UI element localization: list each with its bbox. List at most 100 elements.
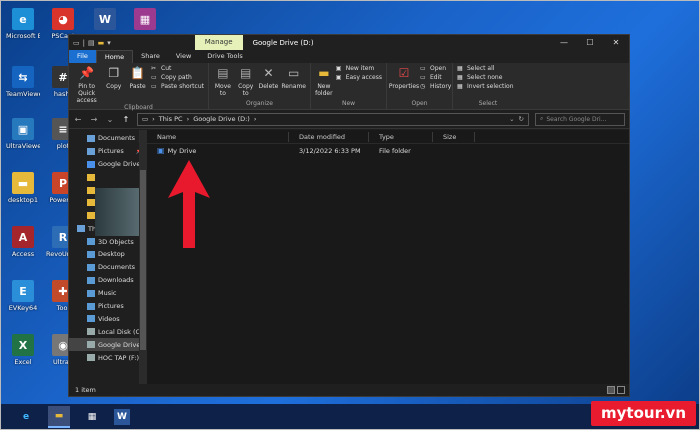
- address-bar-row: ← → ⌄ ↑ ▭ › This PC › Google Drive (D:) …: [69, 110, 629, 129]
- nav-folder-item[interactable]: [69, 171, 147, 184]
- desktop-icon-label: TeamViewer: [6, 90, 40, 98]
- desktop-icon[interactable]: A Access: [6, 226, 40, 258]
- tab-share[interactable]: Share: [133, 50, 168, 63]
- refresh-icon[interactable]: ↻: [519, 115, 524, 123]
- nav-pc-item[interactable]: 3D Objects: [69, 235, 147, 248]
- nav-quick-item[interactable]: Pictures📌: [69, 145, 147, 158]
- folder-icon: [87, 134, 95, 142]
- properties-button[interactable]: ☑ Properties: [389, 65, 419, 91]
- select-all-button[interactable]: ▦ Select all: [457, 65, 514, 72]
- nav-pc-item[interactable]: Videos: [69, 312, 147, 325]
- desktop-app-icon: W: [94, 8, 116, 30]
- file-explorer-window[interactable]: ▭ | ▤ ▬ ▾ Manage Google Drive (D:) — ☐ ✕…: [68, 34, 630, 397]
- forward-arrow-icon[interactable]: →: [89, 115, 99, 124]
- manage-context-tab[interactable]: Manage: [194, 35, 243, 50]
- minimize-button[interactable]: —: [551, 38, 577, 47]
- folder-icon: [87, 328, 95, 336]
- up-arrow-icon[interactable]: ↑: [121, 115, 131, 124]
- address-dropdown-icon[interactable]: ⌄: [509, 115, 514, 123]
- details-view-icon[interactable]: [607, 386, 615, 394]
- history-button[interactable]: ◷ History: [420, 83, 451, 90]
- customize-qat-icon[interactable]: ▾: [107, 39, 111, 47]
- column-date-modified[interactable]: Date modified: [289, 131, 369, 142]
- properties-icon[interactable]: ▤: [88, 39, 95, 47]
- cut-button[interactable]: ✂ Cut: [151, 65, 204, 72]
- group-label-organize: Organize: [246, 100, 273, 107]
- paste-shortcut-button[interactable]: ▭ Paste shortcut: [151, 83, 204, 90]
- store-taskbar-icon[interactable]: ▦: [84, 409, 100, 425]
- desktop-icon[interactable]: ▣ UltraViewer: [6, 118, 40, 150]
- copy-button[interactable]: ❐ Copy: [103, 65, 124, 91]
- copy-to-icon: ▤: [240, 65, 252, 80]
- column-size[interactable]: Size: [433, 131, 475, 142]
- nav-item-label: Documents: [98, 263, 136, 272]
- column-type[interactable]: Type: [369, 131, 433, 142]
- copy-path-button[interactable]: ▭ Copy path: [151, 74, 204, 81]
- tab-file[interactable]: File: [69, 50, 96, 63]
- back-arrow-icon[interactable]: ←: [73, 115, 83, 124]
- nav-quick-item[interactable]: Documents📌: [69, 132, 147, 145]
- delete-button[interactable]: ✕ Delete: [259, 65, 279, 91]
- organize-group: ▤ Move to ▤ Copy to ✕ Delete ▭ Rename Or…: [209, 63, 311, 109]
- navigation-pane[interactable]: Documents📌Pictures📌Google Drive📌This PC3…: [69, 130, 147, 384]
- ribbon-tabs: File Home Share View Drive Tools: [69, 50, 629, 63]
- desktop-icon[interactable]: ▬ desktop1: [6, 172, 40, 204]
- nav-pc-item[interactable]: Downloads: [69, 274, 147, 287]
- close-button[interactable]: ✕: [603, 38, 629, 47]
- table-row[interactable]: ▣ My Drive 3/12/2022 6:33 PM File folder: [147, 144, 629, 157]
- tab-home[interactable]: Home: [95, 50, 134, 63]
- nav-item-label: Documents: [98, 134, 136, 143]
- edit-button[interactable]: ▭ Edit: [420, 74, 451, 81]
- pin-to-quick-access-button[interactable]: 📌 Pin to Quick access: [73, 65, 100, 105]
- nav-pc-item[interactable]: HOC TAP (F:): [69, 351, 147, 364]
- nav-pc-item[interactable]: Documents: [69, 261, 147, 274]
- rename-icon: ▭: [288, 65, 300, 80]
- paste-button[interactable]: 📋 Paste: [127, 65, 148, 91]
- search-box[interactable]: ⌕ Search Google Dri...: [535, 112, 625, 126]
- invert-selection-button[interactable]: ▦ Invert selection: [457, 83, 514, 90]
- desktop-icon[interactable]: X Excel: [6, 334, 40, 366]
- move-to-button[interactable]: ▤ Move to: [213, 65, 233, 98]
- select-none-button[interactable]: ▦ Select none: [457, 74, 514, 81]
- file-list[interactable]: Name Date modified Type Size ▣ My Drive …: [147, 130, 629, 384]
- tab-drive-tools[interactable]: Drive Tools: [199, 50, 250, 63]
- rename-button[interactable]: ▭ Rename: [281, 65, 306, 91]
- desktop-icon[interactable]: ⇆ TeamViewer: [6, 66, 40, 98]
- edge-taskbar-icon[interactable]: e: [18, 409, 34, 425]
- nav-pc-item[interactable]: Desktop: [69, 248, 147, 261]
- nav-scrollbar[interactable]: [139, 130, 147, 384]
- desktop-app-icon: ▣: [12, 118, 34, 140]
- nav-pc-item[interactable]: Pictures: [69, 300, 147, 313]
- open-button[interactable]: ▭ Open: [420, 65, 451, 72]
- nav-quick-item[interactable]: Google Drive📌: [69, 158, 147, 171]
- new-folder-icon[interactable]: ▬: [98, 39, 105, 47]
- breadcrumb-google-drive[interactable]: Google Drive (D:): [193, 115, 250, 123]
- properties-check-icon: ☑: [398, 65, 410, 80]
- desktop-icon[interactable]: E EVKey64: [6, 280, 40, 312]
- nav-pc-item[interactable]: Music: [69, 287, 147, 300]
- desktop-icon-label: EVKey64: [8, 304, 38, 312]
- maximize-button[interactable]: ☐: [577, 38, 603, 47]
- breadcrumb-this-pc[interactable]: This PC: [159, 115, 183, 123]
- new-folder-button[interactable]: ▬ New folder: [315, 65, 333, 98]
- file-explorer-taskbar-icon[interactable]: ▬: [48, 406, 70, 428]
- recent-locations-icon[interactable]: ⌄: [105, 115, 115, 124]
- desktop-icon[interactable]: W: [88, 8, 122, 32]
- drive-icon: ▭: [73, 38, 80, 47]
- word-taskbar-icon[interactable]: W: [114, 409, 130, 425]
- copy-to-button[interactable]: ▤ Copy to: [236, 65, 256, 98]
- desktop-icon[interactable]: ▦: [128, 8, 162, 32]
- nav-pc-item[interactable]: Local Disk (C:): [69, 325, 147, 338]
- desktop-icon[interactable]: e Microsoft Edge: [6, 8, 40, 40]
- address-bar[interactable]: ▭ › This PC › Google Drive (D:) › ⌄ ↻: [137, 112, 529, 126]
- nav-scroll-thumb[interactable]: [140, 170, 146, 350]
- folder-icon: [87, 354, 95, 362]
- search-placeholder: Search Google Dri...: [546, 115, 607, 123]
- tab-view[interactable]: View: [168, 50, 199, 63]
- large-icons-view-icon[interactable]: [617, 386, 625, 394]
- column-name[interactable]: Name: [147, 131, 289, 142]
- nav-pc-item[interactable]: Google Drive (D:): [69, 338, 147, 352]
- title-bar[interactable]: ▭ | ▤ ▬ ▾ Manage Google Drive (D:) — ☐ ✕: [69, 35, 629, 50]
- new-item-button[interactable]: ▣ New item: [336, 65, 382, 72]
- easy-access-button[interactable]: ▣ Easy access: [336, 74, 382, 81]
